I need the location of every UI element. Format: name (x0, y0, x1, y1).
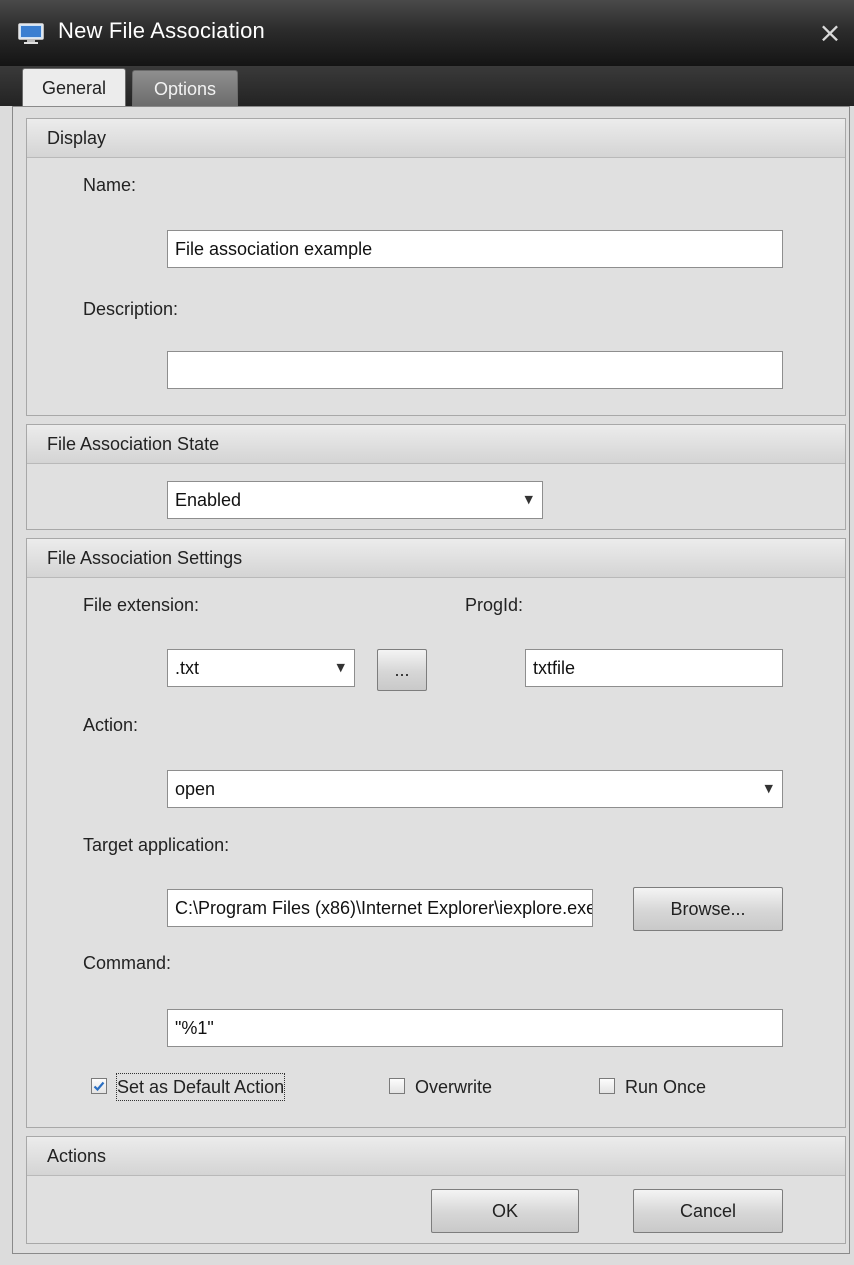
tab-strip (0, 66, 854, 106)
tab-general[interactable]: General (22, 68, 126, 108)
progid-input[interactable]: txtfile (525, 649, 783, 687)
file-association-settings-section: File Association Settings File extension… (26, 538, 846, 1128)
description-label: Description: (83, 299, 179, 319)
file-extension-dropdown[interactable]: .txt ▼ (167, 649, 355, 687)
checkbox-unchecked-icon (389, 1078, 405, 1094)
chevron-down-icon: ▼ (336, 661, 345, 674)
file-association-state-section: File Association State Enabled ▼ (26, 424, 846, 530)
checkbox-unchecked-icon (599, 1078, 615, 1094)
set-default-action-label: Set as Default Action (115, 1073, 286, 1101)
title-bar: New File Association × (0, 0, 854, 67)
state-dropdown-value: Enabled (175, 490, 242, 510)
actions-section-header: Actions (27, 1137, 845, 1176)
name-input[interactable]: File association example (167, 230, 783, 268)
computer-monitor-icon (18, 23, 44, 45)
chevron-down-icon: ▼ (764, 782, 773, 795)
action-dropdown[interactable]: open ▼ (167, 770, 783, 808)
overwrite-label: Overwrite (415, 1077, 493, 1097)
command-label: Command: (83, 953, 172, 973)
state-dropdown[interactable]: Enabled ▼ (167, 481, 543, 519)
close-icon[interactable]: × (816, 16, 844, 50)
progid-label: ProgId: (465, 595, 524, 615)
file-extension-label: File extension: (83, 595, 200, 615)
state-section-header: File Association State (27, 425, 845, 464)
description-input[interactable] (167, 351, 783, 389)
action-value: open (175, 779, 216, 799)
run-once-checkbox[interactable]: Run Once (599, 1074, 739, 1100)
run-once-label: Run Once (625, 1077, 707, 1097)
window-title: New File Association (58, 18, 265, 43)
cancel-button[interactable]: Cancel (633, 1189, 783, 1233)
checkbox-checked-icon (91, 1078, 107, 1094)
display-section: Display Name: File association example D… (26, 118, 846, 416)
tab-options[interactable]: Options (132, 70, 238, 106)
set-default-action-checkbox[interactable]: Set as Default Action (91, 1073, 331, 1101)
target-application-input[interactable]: C:\Program Files (x86)\Internet Explorer… (167, 889, 593, 927)
overwrite-checkbox[interactable]: Overwrite (389, 1074, 529, 1100)
browse-extension-button[interactable]: ... (377, 649, 427, 691)
name-label: Name: (83, 175, 137, 195)
file-extension-value: .txt (175, 658, 200, 678)
chevron-down-icon: ▼ (524, 493, 533, 506)
target-application-label: Target application: (83, 835, 230, 855)
new-file-association-dialog: New File Association × General Options D… (0, 0, 854, 1265)
actions-section: Actions OK Cancel (26, 1136, 846, 1244)
action-label: Action: (83, 715, 139, 735)
command-input[interactable]: "%1" (167, 1009, 783, 1047)
display-section-header: Display (27, 119, 845, 158)
browse-button[interactable]: Browse... (633, 887, 783, 931)
ok-button[interactable]: OK (431, 1189, 579, 1233)
settings-section-header: File Association Settings (27, 539, 845, 578)
